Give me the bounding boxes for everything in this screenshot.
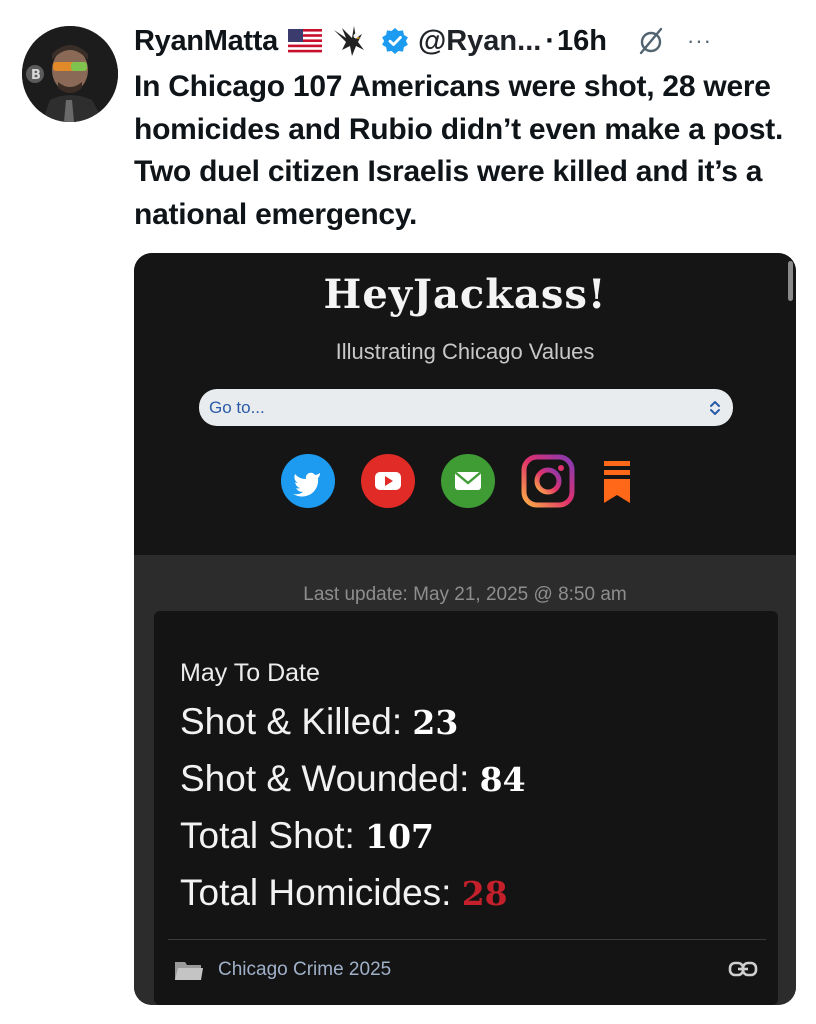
stat-label: Shot & Wounded: (180, 758, 470, 799)
stat-label: Shot & Killed: (180, 701, 403, 742)
author-handle[interactable]: @Ryan... (418, 25, 541, 58)
category-link[interactable]: Chicago Crime 2025 (174, 955, 391, 985)
verified-badge-icon[interactable] (380, 26, 410, 56)
stat-label: Total Shot: (180, 815, 355, 856)
stat-value: 23 (412, 703, 459, 742)
stat-value-highlight: 28 (461, 874, 508, 913)
tweet-header: RyanMatta @Ryan... · 16h ··· (134, 22, 804, 60)
eagle-icon (332, 24, 372, 58)
site-title[interactable]: HeyJackass! (134, 271, 796, 318)
svg-text:B: B (31, 68, 41, 83)
folder-icon (174, 959, 204, 981)
card-divider (168, 939, 766, 940)
stat-shot-killed: Shot & Killed: 23 (180, 701, 458, 743)
substack-icon[interactable] (596, 453, 652, 509)
header-separator: · (545, 24, 555, 57)
more-options-icon[interactable]: ··· (687, 30, 712, 52)
twitter-icon[interactable] (280, 453, 336, 509)
stats-heading: May To Date (180, 659, 320, 687)
youtube-icon[interactable] (360, 453, 416, 509)
display-name[interactable]: RyanMatta (134, 25, 278, 58)
goto-select-value: Go to... (209, 397, 265, 417)
avatar-image: B (22, 26, 118, 122)
goto-select[interactable]: Go to... (199, 389, 733, 426)
tweet-timestamp[interactable]: 16h (557, 25, 607, 58)
category-label[interactable]: Chicago Crime 2025 (218, 959, 391, 981)
grok-icon[interactable] (635, 25, 667, 57)
tweet-media-image[interactable]: HeyJackass! Illustrating Chicago Values … (134, 253, 796, 1005)
avatar[interactable]: B (22, 26, 118, 122)
stat-label: Total Homicides: (180, 872, 452, 913)
last-update-text: Last update: May 21, 2025 @ 8:50 am (303, 584, 627, 605)
site-subtitle: Illustrating Chicago Values (335, 339, 595, 364)
email-icon[interactable] (440, 453, 496, 509)
stat-shot-wounded: Shot & Wounded: 84 (180, 758, 526, 800)
permalink-icon[interactable] (728, 960, 758, 978)
select-chevron-icon (710, 401, 720, 415)
stat-value: 84 (479, 760, 526, 799)
stat-total-shot: Total Shot: 107 (180, 815, 434, 857)
stat-total-homicides: Total Homicides: 28 (180, 872, 508, 914)
stat-value: 107 (365, 817, 435, 856)
stats-card: May To Date Shot & Killed: 23 Shot & Wou… (154, 611, 778, 1005)
tweet-text: In Chicago 107 Americans were shot, 28 w… (134, 70, 784, 231)
instagram-icon[interactable] (520, 453, 576, 509)
us-flag-icon (287, 29, 322, 53)
